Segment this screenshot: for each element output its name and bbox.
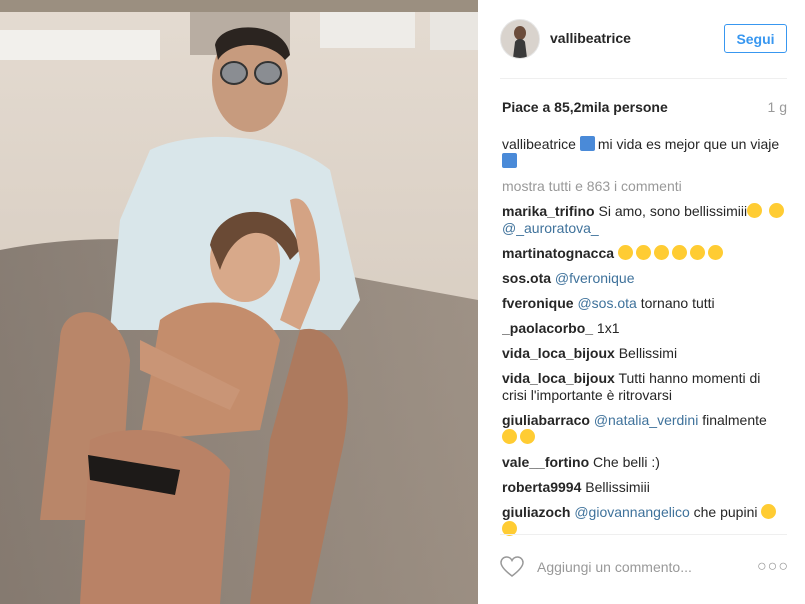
- comment-mention[interactable]: @_auroratova_: [502, 220, 599, 236]
- post-details-panel: vallibeatrice Segui Piace a 85,2mila per…: [478, 0, 805, 604]
- wave-emoji-icon: [502, 153, 517, 168]
- wave-emoji-icon: [579, 136, 595, 151]
- footer-divider: [500, 534, 787, 535]
- comment-username[interactable]: giuliabarraco: [502, 412, 590, 428]
- heart-eyes-emoji-icon: [747, 203, 763, 218]
- comment-username[interactable]: sos.ota: [502, 270, 551, 286]
- heart-eyes-emoji-icon: [671, 245, 687, 260]
- add-comment-input[interactable]: Aggiungi un commento...: [537, 559, 692, 575]
- comment-item: giuliazoch @giovannangelico che pupini: [502, 504, 788, 536]
- post-age: 1 g: [767, 99, 787, 115]
- comment-username[interactable]: _paolacorbo_: [502, 320, 593, 336]
- heart-icon[interactable]: [500, 556, 524, 578]
- heart-eyes-emoji-icon: [617, 245, 633, 260]
- comment-username[interactable]: martinatognacca: [502, 245, 614, 261]
- caption-username[interactable]: vallibeatrice: [502, 136, 576, 152]
- show-all-comments-link[interactable]: mostra tutti e 863 i commenti: [502, 178, 788, 195]
- comment-username[interactable]: vida_loca_bijoux: [502, 345, 615, 361]
- smile-emoji-icon: [502, 429, 517, 444]
- comment-item: vale__fortino Che belli :): [502, 454, 788, 471]
- heart-eyes-emoji-icon: [761, 504, 777, 519]
- more-options-icon[interactable]: ○○○: [757, 558, 789, 576]
- comment-text: finalmente: [702, 412, 767, 428]
- heart-eyes-emoji-icon: [653, 245, 669, 260]
- comment-username[interactable]: marika_trifino: [502, 203, 595, 219]
- comment-mention[interactable]: @sos.ota: [577, 295, 636, 311]
- comment-item: giuliabarraco @natalia_verdini finalment…: [502, 412, 788, 446]
- heart-eyes-emoji-icon: [635, 245, 651, 260]
- comment-username[interactable]: giuliazoch: [502, 504, 570, 520]
- comment-text: tornano tutti: [640, 295, 715, 311]
- comment-text: Si amo, sono bellissimiii: [598, 203, 748, 219]
- comment-text: Bellissimiii: [585, 479, 650, 495]
- comment-text: Che belli :): [593, 454, 660, 470]
- likes-count[interactable]: Piace a 85,2mila persone: [502, 99, 668, 115]
- avatar[interactable]: [500, 19, 540, 59]
- heart-eyes-emoji-icon: [707, 245, 723, 260]
- comment-item: vida_loca_bijoux Bellissimi: [502, 345, 788, 362]
- comment-item: sos.ota @fveronique: [502, 270, 788, 287]
- comment-username[interactable]: vida_loca_bijoux: [502, 370, 615, 386]
- beach-couple-photo: [0, 0, 478, 604]
- comment-text: che pupini: [693, 504, 758, 520]
- comment-username[interactable]: fveronique: [502, 295, 574, 311]
- comment-text: Bellissimi: [618, 345, 678, 361]
- post-photo[interactable]: [0, 0, 478, 604]
- comment-item: fveronique @sos.ota tornano tutti: [502, 295, 788, 312]
- post-author-username[interactable]: vallibeatrice: [550, 30, 631, 46]
- comment-item: _paolacorbo_ 1x1: [502, 320, 788, 337]
- comment-item: vida_loca_bijoux Tutti hanno momenti di …: [502, 370, 788, 404]
- comment-item: marika_trifino Si amo, sono bellissimiii…: [502, 203, 788, 237]
- post-header: vallibeatrice Segui: [478, 0, 805, 78]
- comment-username[interactable]: vale__fortino: [502, 454, 589, 470]
- comment-mention[interactable]: @fveronique: [555, 270, 635, 286]
- heart-eyes-emoji-icon: [768, 203, 784, 218]
- comment-username[interactable]: roberta9994: [502, 479, 581, 495]
- comment-item: martinatognacca: [502, 245, 788, 262]
- post-caption: vallibeatrice mi vida es mejor que un vi…: [502, 136, 788, 170]
- heart-eyes-emoji-icon: [520, 429, 535, 444]
- comment-mention[interactable]: @natalia_verdini: [594, 412, 699, 428]
- comments-list: vallibeatrice mi vida es mejor que un vi…: [502, 136, 788, 536]
- caption-text: mi vida es mejor que un viaje: [597, 136, 780, 152]
- comment-text: 1x1: [596, 320, 620, 336]
- follow-button[interactable]: Segui: [724, 24, 787, 53]
- comment-mention[interactable]: @giovannangelico: [574, 504, 689, 520]
- comment-item: roberta9994 Bellissimiii: [502, 479, 788, 496]
- heart-eyes-emoji-icon: [689, 245, 705, 260]
- header-divider: [500, 78, 787, 79]
